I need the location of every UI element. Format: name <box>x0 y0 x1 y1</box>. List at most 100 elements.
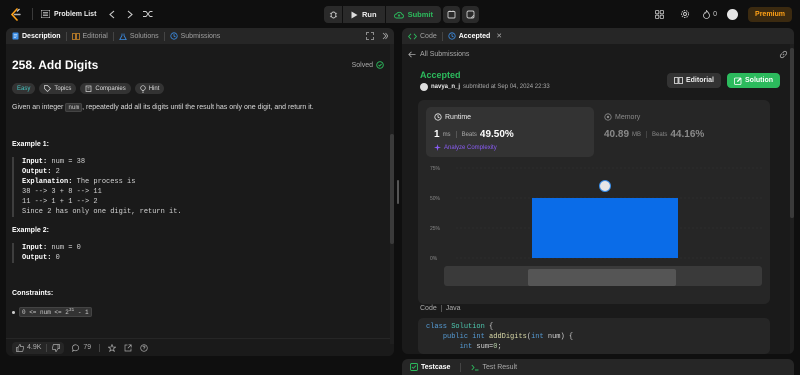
help-icon[interactable] <box>140 343 148 352</box>
tab-test-result[interactable]: Test Result <box>471 364 517 371</box>
all-submissions-link[interactable]: All Submissions <box>420 51 469 58</box>
panel-resize-handle[interactable] <box>397 180 399 204</box>
debug-icon[interactable] <box>324 7 342 23</box>
tab-accepted[interactable]: Accepted ✕ <box>448 32 502 40</box>
share-icon[interactable] <box>124 343 132 352</box>
check-circle-icon <box>376 61 384 69</box>
memory-value: 40.89 <box>604 129 630 140</box>
analyze-complexity-link[interactable]: Analyze Complexity <box>434 144 586 151</box>
flask-icon <box>118 33 127 40</box>
notes-icon[interactable] <box>462 6 480 23</box>
comment-icon <box>72 343 80 352</box>
code-block[interactable]: class Solution { public int addDigits(in… <box>418 318 770 354</box>
runtime-beats-value: 49.50% <box>479 129 514 140</box>
inline-code-num: num <box>65 103 83 112</box>
like-button[interactable]: 4.9K <box>12 341 65 354</box>
problem-list-button[interactable]: Problem List <box>41 10 96 18</box>
feedback-bar: 4.9K 79 <box>6 338 394 356</box>
submit-button[interactable]: Submit <box>386 10 441 19</box>
tab-solutions[interactable]: Solutions <box>118 32 159 40</box>
back-arrow-icon[interactable] <box>408 51 416 58</box>
tab-accepted-label: Accepted <box>458 32 491 40</box>
maximize-icon[interactable] <box>366 32 374 40</box>
submission-scrollbar[interactable] <box>790 44 794 354</box>
prev-problem-icon[interactable] <box>104 6 120 22</box>
premium-button[interactable]: Premium <box>748 6 792 22</box>
book-icon <box>71 32 80 40</box>
ex1-output-label: Output: <box>22 168 52 176</box>
run-button[interactable]: Run <box>343 10 385 19</box>
topics-tag[interactable]: Topics <box>39 83 77 94</box>
page-title: 258. Add Digits <box>12 58 99 72</box>
close-tab-icon[interactable]: ✕ <box>496 32 502 40</box>
building-icon <box>86 85 92 92</box>
fire-icon <box>703 9 711 19</box>
run-label: Run <box>362 10 377 19</box>
hint-tag[interactable]: Hint <box>134 83 165 94</box>
timer-icon[interactable] <box>443 6 461 23</box>
clock-icon <box>434 113 442 121</box>
problem-list-label: Problem List <box>54 10 97 18</box>
star-icon[interactable] <box>108 343 117 352</box>
book-icon <box>674 77 683 84</box>
language-label: Java <box>445 305 461 312</box>
tab-code[interactable]: Code <box>408 33 437 40</box>
code-line: public int addDigits(int num) { <box>442 333 574 341</box>
tab-testcase[interactable]: Testcase <box>410 363 450 371</box>
layout-grid-icon[interactable] <box>651 6 667 22</box>
avatar[interactable] <box>727 8 739 20</box>
username[interactable]: navya_n_j <box>431 84 460 90</box>
memory-label: Memory <box>615 113 641 121</box>
runtime-box[interactable]: Runtime 1 ms Beats 49.50% Analyze Comple… <box>426 107 594 157</box>
user-avatar <box>420 83 428 91</box>
code-line: int sum=0; <box>459 343 502 351</box>
thumbs-down-icon[interactable] <box>52 343 61 352</box>
comments-button[interactable]: 79 <box>72 343 91 352</box>
checkbox-icon <box>410 363 418 371</box>
runtime-unit: ms <box>442 131 451 138</box>
ex2-output-label: Output: <box>22 254 52 262</box>
collapse-icon[interactable] <box>382 32 388 40</box>
memory-box[interactable]: Memory 40.89 MB Beats 44.16% <box>604 113 764 140</box>
code-label: Code <box>420 305 437 312</box>
memory-beats-label: Beats <box>652 131 668 138</box>
streak-counter[interactable]: 0 <box>703 9 717 19</box>
lightbulb-icon <box>140 84 146 93</box>
thumbs-up-icon <box>16 343 24 352</box>
next-problem-icon[interactable] <box>122 6 138 22</box>
ex2-output-value: 0 <box>55 254 60 262</box>
tab-solutions-label: Solutions <box>129 32 159 40</box>
constraints-title: Constraints: <box>12 290 54 297</box>
memory-beats-value: 44.16% <box>670 129 705 140</box>
chart-range-selector[interactable] <box>528 269 676 286</box>
like-count: 4.9K <box>27 344 42 351</box>
edit-icon <box>734 77 742 85</box>
chart-bar[interactable] <box>532 198 678 258</box>
tab-editorial[interactable]: Editorial <box>71 32 108 40</box>
tab-submissions[interactable]: Submissions <box>170 32 220 40</box>
solution-button[interactable]: Solution <box>727 73 780 88</box>
editorial-button[interactable]: Editorial <box>666 73 721 88</box>
ex2-input-label: Input: <box>22 244 48 252</box>
tab-description[interactable]: Description <box>12 32 61 40</box>
shuffle-icon[interactable] <box>140 6 156 22</box>
problem-description: Given an integer num, repeatedly add all… <box>12 103 384 113</box>
submission-panel: Code Accepted ✕ All Submissions Accepted… <box>402 28 794 354</box>
description-scrollbar[interactable] <box>390 44 394 344</box>
example-1-block: Input: num = 38 Output: 2 Explanation: T… <box>12 157 384 217</box>
history-icon <box>448 32 456 40</box>
ex1-step-3: Since 2 has only one digit, return it. <box>22 208 182 216</box>
companies-tag[interactable]: Companies <box>80 83 131 94</box>
ex1-input-value: num = 38 <box>51 158 86 166</box>
ex2-input-value: num = 0 <box>51 244 81 252</box>
leetcode-logo-icon[interactable] <box>8 6 24 22</box>
runtime-distribution-chart[interactable]: 75% 50% 25% 0% <box>418 160 770 300</box>
ex1-step-2: 11 --> 1 + 1 --> 2 <box>22 198 98 206</box>
settings-gear-icon[interactable] <box>677 6 693 22</box>
description-text-pre: Given an integer <box>12 104 66 111</box>
link-icon[interactable] <box>779 50 788 59</box>
solved-status: Solved <box>352 61 384 69</box>
chart-user-marker[interactable] <box>599 180 611 192</box>
chart-ytick-label: 0% <box>430 256 438 262</box>
submission-panel-tabs: Code Accepted ✕ <box>402 28 794 44</box>
